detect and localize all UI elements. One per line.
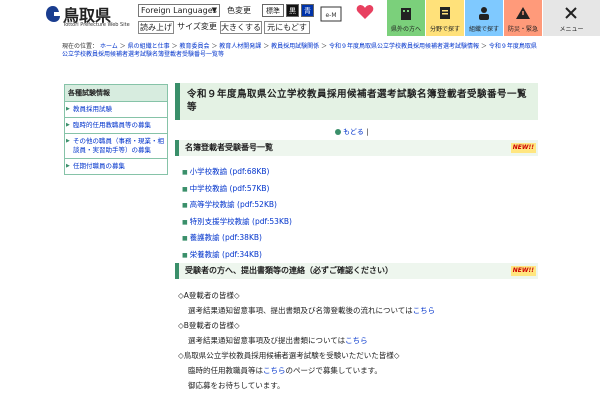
tottori-logo-icon: [46, 6, 60, 22]
read-aloud-button[interactable]: 読み上げ: [138, 21, 174, 34]
pdf-link-nutrition[interactable]: 栄養教諭 (pdf:34KB): [190, 250, 262, 259]
pdf-link-junior-high[interactable]: 中学校教諭 (pdf:57KB): [190, 184, 270, 193]
pdf-link-special-support[interactable]: 特別支援学校教諭 (pdf:53KB): [190, 217, 292, 226]
back-link[interactable]: もどる |: [335, 127, 368, 137]
logo-subtitle: Tottori Prefecture Web Site: [63, 22, 130, 28]
breadcrumb-link[interactable]: 教員採用試験関係: [271, 43, 319, 50]
language-select[interactable]: Foreign Languages ▼: [138, 4, 220, 17]
notice-c-heading: ◇鳥取県公立学校教員採用候補者選考試験を受験いただいた皆様◇: [178, 351, 400, 360]
back-arrow-icon: [335, 129, 341, 135]
notice-body: ◇A登載者の皆様◇ 選考結果通知留意事項、提出書類及び名簿登載後の流れについては…: [178, 288, 538, 393]
pdf-link-elementary[interactable]: 小学校教諭 (pdf:68KB): [190, 167, 270, 176]
nav-menu[interactable]: メニュー: [543, 0, 600, 36]
phone-inquiry-link[interactable]: [355, 4, 375, 34]
list-item: 小学校教諭 (pdf:68KB): [182, 164, 292, 181]
color-black-button[interactable]: 黒: [286, 4, 299, 17]
section-heading-notice: 受験者の方へ、提出書類等の連絡（必ずご確認ください） NEW!!: [175, 263, 538, 279]
nav-by-organization[interactable]: 組織で探す: [465, 0, 503, 36]
site-header: 鳥取県 Tottori Prefecture Web Site Foreign …: [0, 0, 600, 38]
color-blue-button[interactable]: 青: [301, 4, 314, 17]
notice-c-link[interactable]: こちら: [263, 366, 286, 375]
checklist-icon: [440, 7, 450, 19]
font-larger-button[interactable]: 大きくする: [220, 21, 262, 34]
section-heading-list: 名簿登載者受験番号一覧 NEW!!: [175, 140, 538, 156]
new-badge: NEW!!: [510, 266, 536, 276]
font-reset-button[interactable]: 元にもどす: [264, 21, 310, 34]
breadcrumb: 現在の位置： ホーム ＞ 県の組織と仕事 ＞ 教育委員会 ＞ 教育人材開発課 ＞…: [62, 43, 537, 58]
pdf-link-high-school[interactable]: 高等学校教諭 (pdf:52KB): [190, 200, 277, 209]
list-item: 養護教諭 (pdf:38KB): [182, 230, 292, 247]
breadcrumb-link[interactable]: 教育委員会: [179, 43, 209, 50]
sidebar-item-other-staff[interactable]: その他の職員（事務・現業・相談員・実習助手等）の募集: [65, 134, 167, 159]
breadcrumb-link[interactable]: ホーム: [100, 43, 118, 50]
font-size-label: サイズ変更: [176, 21, 218, 34]
list-item: 栄養教諭 (pdf:34KB): [182, 247, 292, 264]
svg-text:e-M: e-M: [325, 12, 336, 19]
close-icon: [565, 7, 577, 19]
nav-out-of-prefecture[interactable]: 県外の方へ: [387, 0, 425, 36]
site-logo[interactable]: 鳥取県 Tottori Prefecture Web Site: [45, 3, 135, 31]
pdf-link-nursing[interactable]: 養護教諭 (pdf:38KB): [190, 233, 262, 242]
sidebar-item-teacher-exam[interactable]: 教員採用試験: [65, 102, 167, 118]
building-icon: [401, 8, 411, 20]
sidebar-item-fixed-term[interactable]: 任期付職員の募集: [65, 159, 167, 174]
emap-link[interactable]: e-M: [318, 6, 344, 32]
notice-c-text: 臨時的任用教職員等はこちらのページで募集しています。: [188, 366, 382, 375]
notice-a-text: 選考結果通知留意事項、提出書類及び名簿登載後の流れについてはこちら: [188, 306, 436, 315]
notice-b-link[interactable]: こちら: [345, 336, 368, 345]
new-badge: NEW!!: [510, 143, 536, 153]
notice-a-link[interactable]: こちら: [413, 306, 436, 315]
heart-icon: [356, 5, 374, 19]
notice-a-heading: ◇A登載者の皆様◇: [178, 291, 240, 300]
notice-c-closing: 御応募をお待ちしています。: [188, 381, 285, 390]
list-item: 高等学校教諭 (pdf:52KB): [182, 197, 292, 214]
nav-disaster-emergency[interactable]: 防災・緊急: [504, 0, 542, 36]
page-title: 令和９年度鳥取県公立学校教員採用候補者選考試験名簿登載者受験番号一覧等: [175, 83, 538, 120]
emap-icon: e-M: [320, 6, 342, 22]
notice-b-text: 選考結果通知留意事項及び提出書類についてはこちら: [188, 336, 368, 345]
download-list: 小学校教諭 (pdf:68KB) 中学校教諭 (pdf:57KB) 高等学校教諭…: [182, 164, 292, 263]
notice-b-heading: ◇B登載者の皆様◇: [178, 321, 240, 330]
list-item: 中学校教諭 (pdf:57KB): [182, 181, 292, 198]
color-change-label: 色変更: [227, 6, 251, 15]
sidebar: 各種試験情報 教員採用試験 臨時的任用教職員等の募集 その他の職員（事務・現業・…: [64, 84, 168, 175]
sidebar-title: 各種試験情報: [65, 85, 167, 102]
sidebar-item-temporary-staff[interactable]: 臨時的任用教職員等の募集: [65, 118, 167, 134]
color-standard-button[interactable]: 標準: [262, 4, 284, 17]
list-item: 特別支援学校教諭 (pdf:53KB): [182, 214, 292, 231]
people-icon: [479, 7, 489, 20]
chevron-down-icon: ▼: [211, 6, 217, 14]
breadcrumb-link[interactable]: 教育人材開発課: [219, 43, 261, 50]
breadcrumb-link[interactable]: 県の組織と仕事: [128, 43, 170, 50]
alert-icon: [516, 7, 530, 19]
nav-by-category[interactable]: 分野で探す: [426, 0, 464, 36]
breadcrumb-link[interactable]: 令和９年度鳥取県公立学校教員採用候補者選考試験情報: [329, 43, 479, 50]
